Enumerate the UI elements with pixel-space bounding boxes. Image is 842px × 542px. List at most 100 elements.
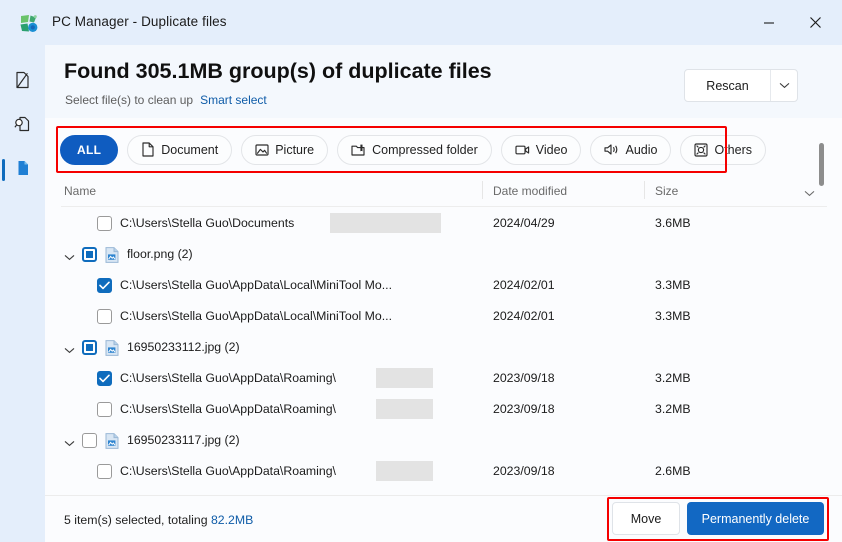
expand-chevron-icon[interactable] [64,250,75,264]
footer-bar: 5 item(s) selected, totaling 82.2MB Move… [45,496,842,542]
sidebar-item-file-scan[interactable] [0,60,45,104]
redacted-block [376,461,433,481]
file-path: C:\Users\Stella Guo\AppData\Roaming\ [120,371,336,385]
rescan-split-button[interactable]: Rescan [684,69,798,102]
chevron-down-icon [64,254,75,261]
picture-icon [255,143,269,157]
filter-tab-label: Audio [625,142,658,157]
file-size: 3.2MB [655,402,691,416]
selection-status-text: 5 item(s) selected, totaling [64,513,211,527]
filter-tab-video[interactable]: Video [500,134,582,165]
rescan-dropdown-button[interactable] [770,70,797,101]
filter-tab-label: ALL [77,142,102,157]
image-file-icon [105,247,119,263]
title-bar: PC Manager - Duplicate files [0,0,842,45]
redacted-block [376,368,433,388]
check-icon [99,281,110,290]
close-button[interactable] [792,0,838,45]
expand-chevron-icon[interactable] [64,343,75,357]
document-icon [141,142,155,157]
file-path: C:\Users\Stella Guo\AppData\Roaming\ [120,464,336,478]
rescan-button[interactable]: Rescan [685,70,770,101]
duplicate-files-icon [14,159,31,182]
file-checkbox[interactable] [97,278,112,293]
others-icon [694,142,709,157]
file-path: C:\Users\Stella Guo\AppData\Local\MiniTo… [120,278,393,292]
file-path: C:\Users\Stella Guo\Documents [120,216,295,230]
file-date-modified: 2024/02/01 [493,278,555,292]
redacted-block [330,213,441,233]
filter-tab-label: Video [535,142,568,157]
chevron-down-icon [64,440,75,447]
sort-button[interactable] [804,186,815,200]
file-checkbox[interactable] [97,402,112,417]
filter-tab-audio[interactable]: Audio [590,134,672,165]
group-checkbox[interactable] [82,247,97,262]
file-date-modified: 2023/09/18 [493,464,555,478]
minimize-button[interactable] [746,0,792,45]
move-button[interactable]: Move [612,502,680,535]
image-file-icon [105,433,119,449]
list-header: Name Date modified Size [45,179,842,206]
file-date-modified: 2023/09/18 [493,371,555,385]
others-icon [694,142,709,157]
header-divider [61,206,827,207]
smart-select-link[interactable]: Smart select [200,93,267,107]
permanently-delete-button[interactable]: Permanently delete [687,502,824,535]
file-row[interactable]: C:\Users\Stella Guo\AppData\Roaming\ 2023… [45,363,842,394]
filter-tab-compressed-folder[interactable]: Compressed folder [337,134,492,165]
chevron-down-icon [804,190,815,197]
chevron-down-icon [64,347,75,354]
file-checkbox[interactable] [97,371,112,386]
chevron-down-icon [779,82,789,89]
filter-tab-all[interactable]: ALL [60,134,119,165]
file-size: 3.3MB [655,309,691,323]
check-icon [99,374,110,383]
group-checkbox[interactable] [82,433,97,448]
file-row[interactable]: C:\Users\Stella Guo\Documents 2024/04/29 3… [45,208,842,239]
file-checkbox[interactable] [97,216,112,231]
group-row[interactable]: 16950233112.jpg (2) [45,332,842,363]
file-date-modified: 2023/09/18 [493,402,555,416]
filter-tab-picture[interactable]: Picture [241,134,329,165]
sidebar-item-file-search[interactable] [0,104,45,148]
image-file-icon [105,247,119,263]
page-title: Found 305.1MB group(s) of duplicate file… [64,59,492,83]
group-row[interactable]: floor.png (2) [45,239,842,270]
column-divider [644,181,645,199]
file-row[interactable]: C:\Users\Stella Guo\AppData\Local\MiniTo… [45,270,842,301]
image-file-icon [105,433,119,449]
file-date-modified: 2024/02/01 [493,309,555,323]
file-search-icon [14,115,31,138]
expand-chevron-icon[interactable] [64,436,75,450]
list-scrollbar-thumb[interactable] [819,143,824,186]
image-file-icon [105,340,119,356]
sidebar-item-duplicate-files[interactable] [0,148,45,192]
file-date-modified: 2024/04/29 [493,216,555,230]
list-scrollbar-track[interactable] [819,208,824,495]
audio-icon [604,144,618,155]
column-header-name[interactable]: Name [64,184,96,198]
column-header-date-modified[interactable]: Date modified [493,184,567,198]
file-list[interactable]: C:\Users\Stella Guo\Documents 2024/04/29 3… [45,208,842,495]
file-row[interactable]: C:\Users\Stella Guo\AppData\Roaming\ 2023… [45,394,842,425]
file-checkbox[interactable] [97,309,112,324]
filter-tab-label: Document [161,142,219,157]
video-icon [515,144,530,156]
selection-total-size: 82.2MB [210,513,254,527]
group-checkbox[interactable] [82,340,97,355]
group-row[interactable]: 16950233117.jpg (2) [45,425,842,456]
file-checkbox[interactable] [97,464,112,479]
file-row[interactable]: C:\Users\Stella Guo\AppData\Roaming\ 2023… [45,456,842,487]
filter-tab-label: Others [714,142,752,157]
file-row[interactable]: C:\Users\Stella Guo\AppData\Local\MiniTo… [45,301,842,332]
group-name: floor.png (2) [127,247,193,261]
redacted-block [376,399,433,419]
filter-tab-document[interactable]: Document [127,134,233,165]
filter-tab-others[interactable]: Others [680,134,766,165]
file-path: C:\Users\Stella Guo\AppData\Local\MiniTo… [120,309,393,323]
column-divider [482,181,483,199]
pc-manager-logo-icon [18,13,39,34]
column-header-size[interactable]: Size [655,184,678,198]
hero-subtitle-text: Select file(s) to clean up [65,93,194,107]
